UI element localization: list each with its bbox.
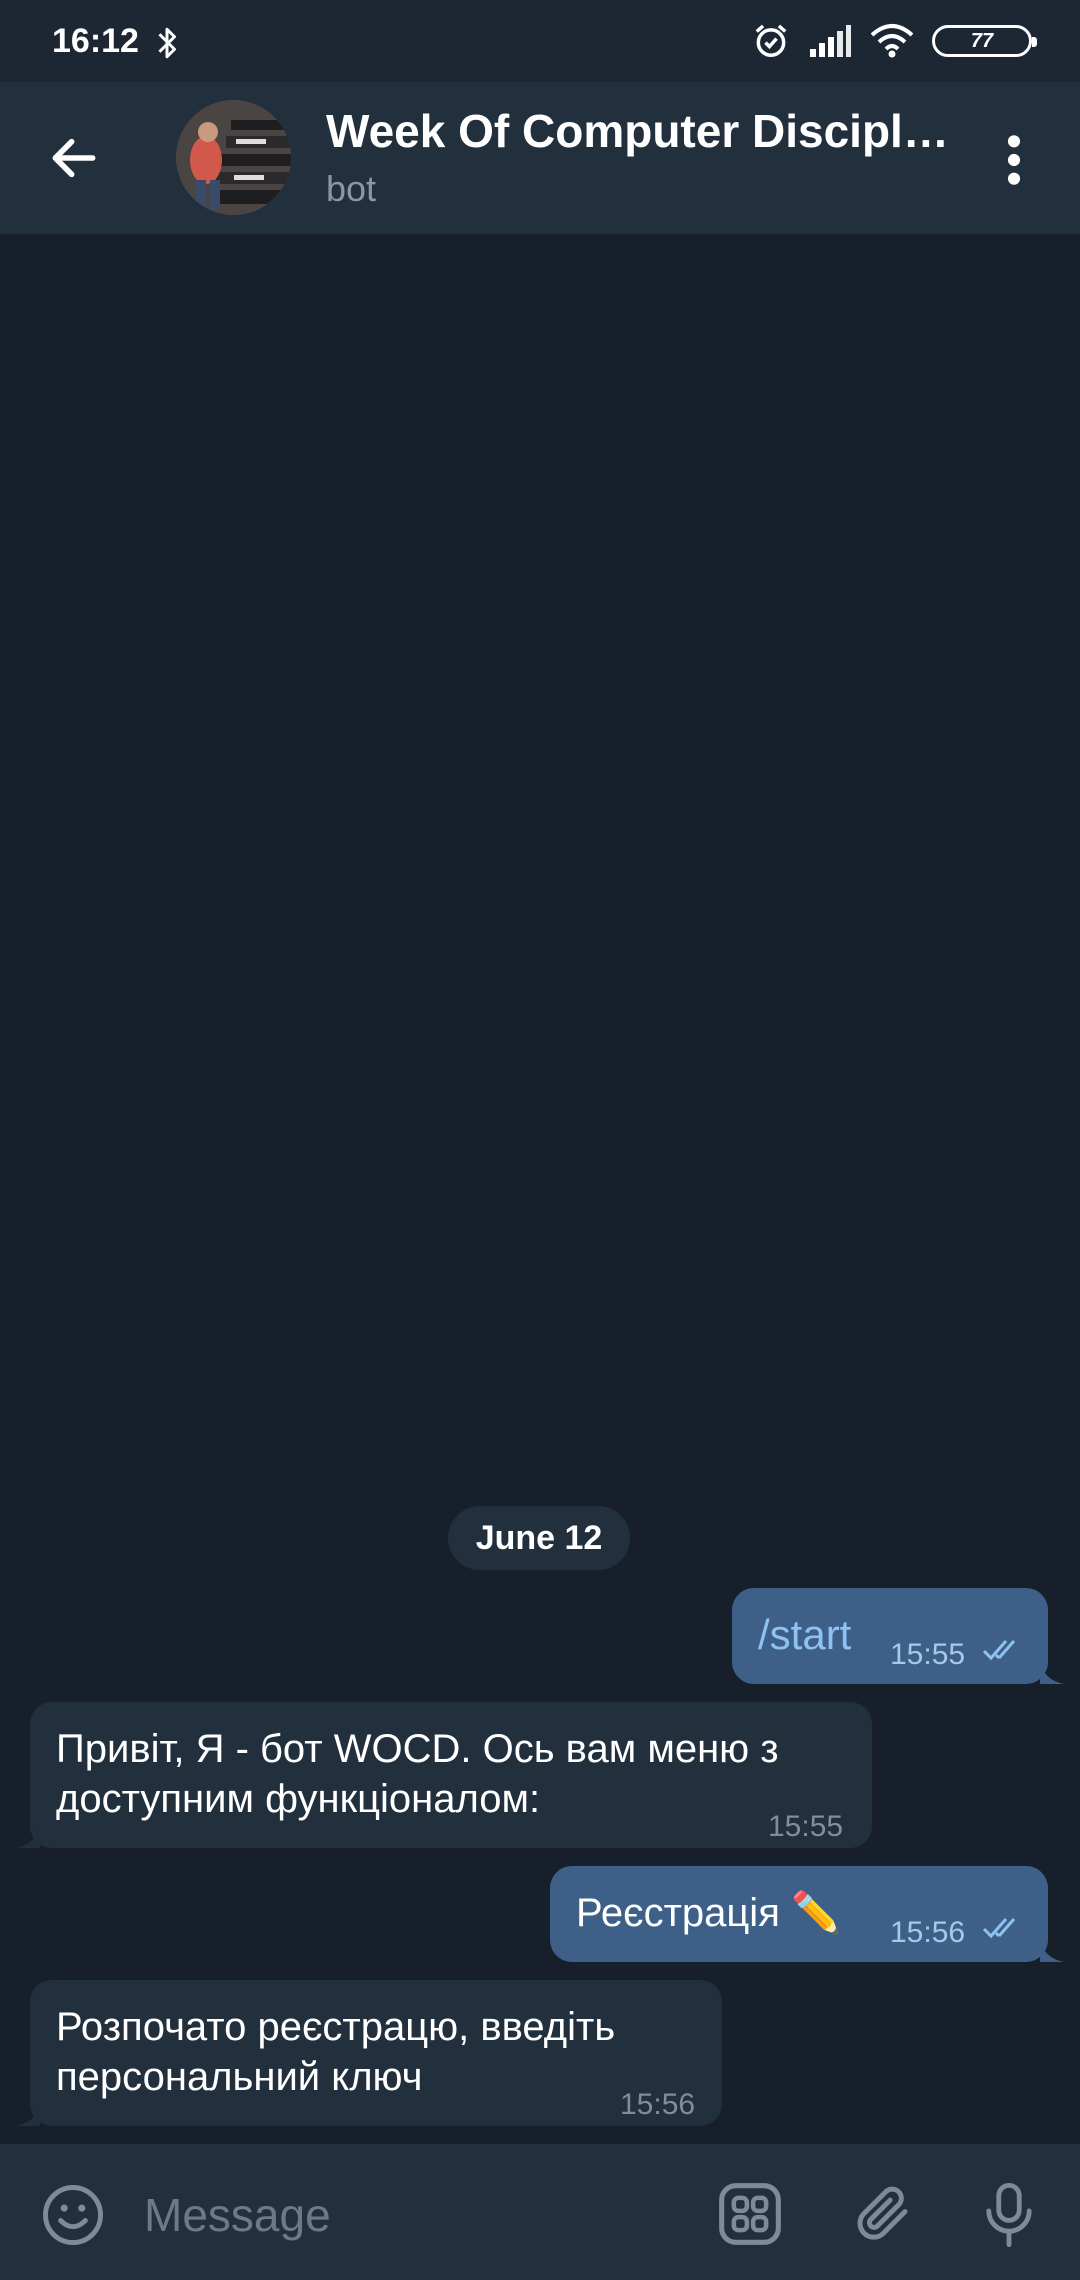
microphone-icon[interactable]: [976, 2180, 1042, 2250]
incoming-message[interactable]: Привіт, Я - бот WOCD. Ось вам меню з дос…: [30, 1702, 872, 1848]
chat-subtitle: bot: [326, 168, 377, 209]
back-arrow-icon[interactable]: [46, 130, 102, 186]
message-text: Реєстрація ✏️: [576, 1891, 841, 1935]
bluetooth-icon: [158, 27, 176, 59]
message-time: 15:56: [620, 2088, 696, 2121]
bubble-tail-out: [1040, 1662, 1064, 1684]
double-check-icon: [982, 1918, 1016, 1939]
bot-keyboard-icon[interactable]: [716, 2180, 784, 2248]
bubble-tail-out: [1040, 1940, 1064, 1962]
alarm-icon: [755, 24, 787, 57]
message-line-1: Розпочато реєстрацю, введіть: [56, 2005, 616, 2049]
signal-icon: [810, 25, 851, 57]
battery-indicator: 77: [932, 25, 1037, 57]
status-icons: 77: [752, 22, 1037, 60]
emoji-icon[interactable]: [40, 2182, 106, 2248]
battery-level: 77: [970, 29, 994, 52]
message-time: 15:55: [768, 1810, 844, 1843]
outgoing-message[interactable]: /start 15:55: [732, 1588, 1048, 1684]
message-line-2: доступним функціоналом:: [56, 1777, 541, 1821]
bubble-tail-in: [16, 2104, 40, 2126]
message-input[interactable]: [142, 2186, 666, 2244]
incoming-message[interactable]: Розпочато реєстрацю, введіть персональни…: [30, 1980, 722, 2126]
date-separator: June 12: [448, 1506, 630, 1570]
message-composer: [0, 2144, 1080, 2280]
message-text: /start: [758, 1611, 852, 1658]
more-vertical-icon[interactable]: [996, 132, 1032, 188]
status-bar: 16:12 77: [0, 0, 1080, 82]
attach-icon[interactable]: [850, 2180, 916, 2246]
message-time: 15:56: [890, 1916, 966, 1949]
avatar-image: [176, 100, 291, 215]
outgoing-message[interactable]: Реєстрація ✏️ 15:56: [550, 1866, 1048, 1962]
double-check-icon: [982, 1640, 1016, 1661]
chat-title[interactable]: Week Of Computer Discipl…: [326, 104, 956, 158]
message-line-2: персональний ключ: [56, 2055, 423, 2099]
bubble-tail-in: [16, 1826, 40, 1848]
chat-header: Week Of Computer Discipl… bot: [0, 82, 1080, 234]
wifi-icon: [870, 24, 914, 58]
status-time: 16:12: [52, 22, 139, 60]
message-time: 15:55: [890, 1638, 966, 1671]
message-line-1: Привіт, Я - бот WOCD. Ось вам меню з: [56, 1727, 779, 1771]
avatar[interactable]: [176, 100, 291, 215]
